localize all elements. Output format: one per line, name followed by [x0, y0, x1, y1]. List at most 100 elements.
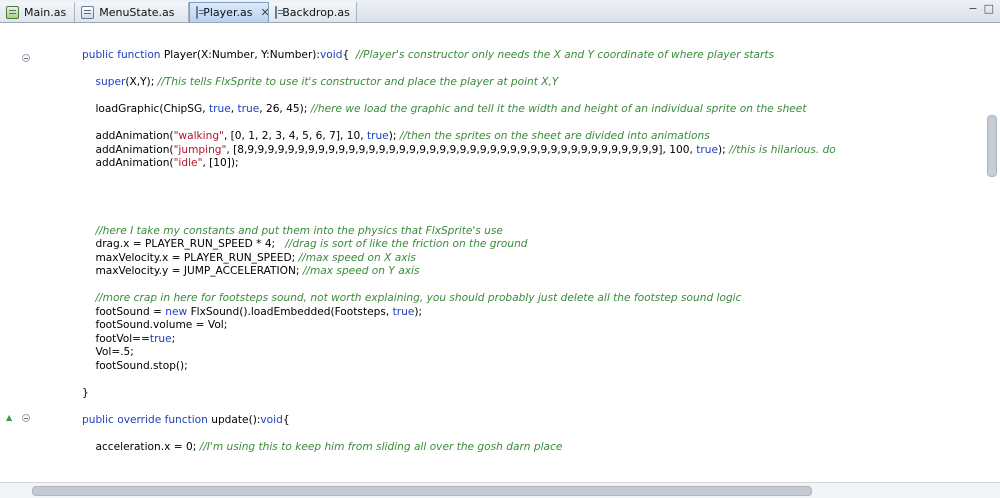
as-file-icon	[81, 5, 95, 19]
code-token: //This tells FlxSprite to use it's const…	[157, 76, 559, 88]
code-token: public override function	[82, 413, 208, 426]
code-token: , 26, 45);	[259, 103, 311, 115]
code-token: footVol==	[82, 332, 150, 345]
code-token: , [8,9,9,9,9,9,9,9,9,9,9,9,9,9,9,9,9,9,9…	[226, 143, 697, 156]
as-file-icon	[275, 5, 286, 19]
code-token: }	[82, 386, 89, 399]
code-line[interactable]: addAnimation("walking", [0, 1, 2, 3, 4, …	[82, 130, 836, 144]
tab-backdrop-as[interactable]: Backdrop.as	[269, 2, 358, 22]
tab-label: Player.as	[203, 6, 253, 19]
code-line[interactable]: //more crap in here for footsteps sound,…	[82, 292, 836, 306]
tab-menustate-as[interactable]: MenuState.as	[75, 2, 190, 22]
code-line[interactable]	[82, 198, 836, 212]
code-line[interactable]	[82, 171, 836, 185]
code-line[interactable]: footVol==true;	[82, 333, 836, 347]
override-triangle-icon: ▲	[6, 413, 13, 422]
code-token: true	[696, 143, 718, 156]
code-token: );	[388, 130, 400, 142]
code-token: //max speed on X axis	[298, 251, 416, 264]
fold-marker[interactable]	[22, 414, 30, 425]
code-line[interactable]: acceleration.x = 0; //I'm using this to …	[82, 441, 836, 455]
code-token: true	[237, 103, 260, 115]
tab-main-as[interactable]: Main.as	[0, 2, 76, 22]
code-line[interactable]: super(X,Y); //This tells FlxSprite to us…	[82, 76, 836, 90]
code-token: //here we load the graphic and tell it t…	[310, 103, 807, 115]
code-token: ;	[171, 332, 176, 345]
code-token: //max speed on Y axis	[302, 265, 420, 277]
code-token: , [0, 1, 2, 3, 4, 5, 6, 7], 10,	[223, 130, 367, 142]
maximize-icon[interactable]: □	[984, 3, 994, 15]
override-marker: ▲	[6, 413, 14, 423]
code-token: (X,Y);	[125, 76, 158, 88]
code-line[interactable]	[82, 373, 836, 387]
code-line[interactable]: addAnimation("idle", [10]);	[82, 157, 836, 171]
code-line[interactable]	[82, 400, 836, 414]
fold-toggle-icon[interactable]	[22, 54, 30, 62]
editor-gutter: ▲	[0, 23, 42, 482]
code-token: //more crap in here for footsteps sound,…	[95, 292, 742, 304]
code-token: acceleration.x = 0;	[82, 440, 200, 453]
code-line[interactable]: Vol=.5;	[82, 346, 836, 360]
code-token: true	[366, 130, 389, 142]
code-token: void	[260, 413, 283, 426]
code-token: loadGraphic(ChipSG,	[82, 103, 209, 115]
code-token: , [10]);	[202, 157, 239, 169]
code-token: footSound =	[82, 305, 166, 318]
horizontal-scrollbar[interactable]	[0, 482, 1000, 498]
code-line[interactable]: maxVelocity.y = JUMP_ACCELERATION; //max…	[82, 265, 836, 279]
fold-toggle-icon[interactable]	[22, 414, 30, 422]
code-editor[interactable]: ▲ public function Player(X:Number, Y:Num…	[0, 23, 1000, 482]
code-line[interactable]: public override function update():void{	[82, 414, 836, 428]
code-text[interactable]: public function Player(X:Number, Y:Numbe…	[82, 49, 836, 454]
code-token: //drag is sort of like the friction on t…	[285, 238, 528, 250]
code-token: {	[342, 49, 356, 61]
code-token: //this is hilarious. do	[729, 143, 836, 156]
fold-marker[interactable]	[22, 54, 30, 65]
tab-label: Backdrop.as	[282, 5, 350, 19]
code-token: Vol=.5;	[82, 346, 134, 358]
code-token: );	[414, 305, 423, 318]
code-token: "jumping"	[173, 143, 227, 156]
code-line[interactable]: footSound.stop();	[82, 360, 836, 374]
code-token: //here I take my constants and put them …	[95, 224, 503, 237]
code-line[interactable]: footSound.volume = Vol;	[82, 319, 836, 333]
code-line[interactable]: addAnimation("jumping", [8,9,9,9,9,9,9,9…	[82, 143, 836, 158]
code-line[interactable]: footSound = new FlxSound().loadEmbedded(…	[82, 306, 836, 320]
code-token: "walking"	[173, 130, 224, 142]
code-line[interactable]: maxVelocity.x = PLAYER_RUN_SPEED; //max …	[82, 252, 836, 266]
code-token: drag.x = PLAYER_RUN_SPEED * 4;	[82, 238, 286, 250]
code-line[interactable]: }	[82, 387, 836, 401]
tab-player-as[interactable]: Player.as ✕	[189, 2, 270, 22]
code-token: maxVelocity.y = JUMP_ACCELERATION;	[82, 265, 303, 277]
code-line[interactable]: public function Player(X:Number, Y:Numbe…	[82, 49, 836, 63]
code-line[interactable]	[82, 63, 836, 77]
as-file-icon	[196, 6, 207, 19]
code-line[interactable]: drag.x = PLAYER_RUN_SPEED * 4; //drag is…	[82, 238, 836, 252]
as-main-file-icon	[6, 5, 19, 19]
code-token: public function	[82, 49, 161, 61]
code-token: addAnimation(	[82, 157, 174, 169]
code-token: addAnimation(	[82, 143, 174, 156]
window-controls: − □	[968, 3, 994, 15]
code-token: void	[320, 49, 343, 61]
code-token: maxVelocity.x = PLAYER_RUN_SPEED;	[82, 251, 299, 264]
code-line[interactable]	[82, 184, 836, 198]
code-token: super	[95, 76, 126, 88]
code-line[interactable]	[82, 90, 836, 104]
horizontal-scrollbar-thumb[interactable]	[32, 486, 812, 496]
code-token: Player(X:Number, Y:Number):	[160, 49, 321, 61]
code-line[interactable]: loadGraphic(ChipSG, true, true, 26, 45);…	[82, 103, 836, 117]
code-line[interactable]: //here I take my constants and put them …	[82, 225, 836, 239]
vertical-scrollbar-thumb[interactable]	[987, 115, 997, 177]
code-token: addAnimation(	[82, 130, 174, 142]
code-token: true	[149, 332, 172, 345]
code-line[interactable]	[82, 211, 836, 225]
code-line[interactable]	[82, 279, 836, 293]
code-line[interactable]	[82, 117, 836, 131]
minimize-icon[interactable]: −	[968, 3, 977, 15]
code-token: "idle"	[173, 157, 203, 169]
code-line[interactable]	[82, 427, 836, 441]
